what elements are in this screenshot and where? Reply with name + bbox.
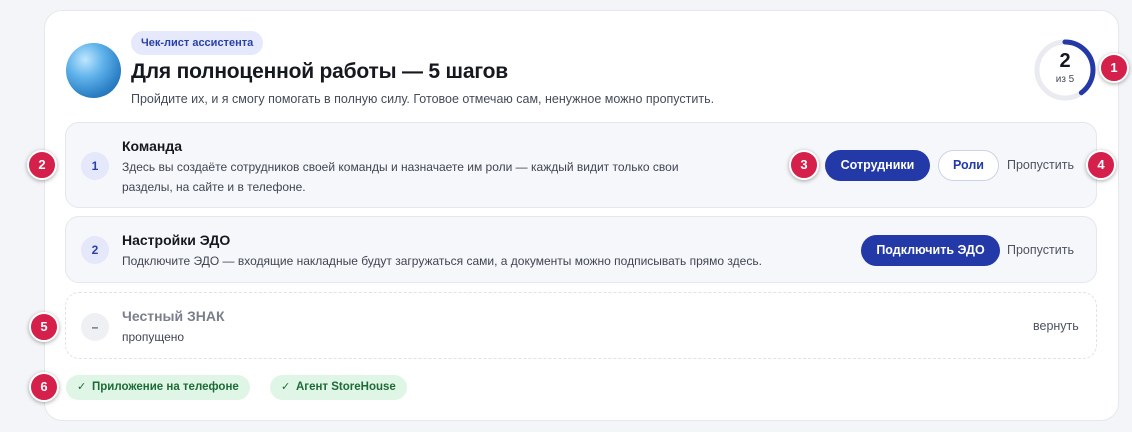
assistant-avatar — [66, 43, 121, 98]
chip-label: Приложение на телефоне — [92, 381, 239, 393]
step-number-badge: 2 — [81, 236, 109, 264]
annotation-marker-3: 3 — [789, 150, 819, 180]
check-icon: ✓ — [77, 381, 87, 393]
chip-label: Агент StoreHouse — [296, 381, 396, 393]
step-honest-sign: – Честный ЗНАК пропущено вернуть — [65, 292, 1097, 359]
completed-chip-storehouse-agent: ✓ Агент StoreHouse — [270, 375, 407, 400]
completed-chip-mobile-app: ✓ Приложение на телефоне — [66, 375, 250, 400]
annotation-marker-5: 5 — [29, 312, 59, 342]
step-status: пропущено — [122, 330, 185, 344]
step-team: 1 Команда Здесь вы создаёте сотрудников … — [65, 122, 1097, 208]
step-edo-settings: 2 Настройки ЭДО Подключите ЭДО — входящи… — [65, 216, 1097, 283]
page-subtitle: Пройдите их, и я смогу помогать в полную… — [131, 92, 715, 106]
checklist-tag: Чек-лист ассистента — [131, 31, 264, 55]
return-link[interactable]: вернуть — [1033, 319, 1079, 333]
annotation-marker-1: 1 — [1099, 53, 1129, 83]
check-icon: ✓ — [281, 381, 291, 393]
step-description: Подключите ЭДО — входящие накладные буду… — [122, 254, 762, 268]
skip-link[interactable]: Пропустить — [1007, 243, 1074, 257]
step-description-line-2: разделы, на сайте и в телефоне. — [122, 180, 306, 194]
progress-ring: 2 из 5 — [1032, 37, 1098, 103]
skip-link[interactable]: Пропустить — [1007, 158, 1074, 172]
connect-edo-button[interactable]: Подключить ЭДО — [861, 235, 1000, 266]
step-skipped-badge: – — [81, 313, 109, 341]
step-title: Честный ЗНАК — [122, 308, 225, 324]
step-title: Команда — [122, 138, 182, 154]
page-title: Для полноценной работы — 5 шагов — [131, 60, 508, 83]
step-number-badge: 1 — [81, 152, 109, 180]
annotation-marker-2: 2 — [27, 150, 57, 180]
progress-total-label: из 5 — [1055, 74, 1075, 85]
roles-button[interactable]: Роли — [938, 150, 999, 181]
annotation-marker-4: 4 — [1086, 150, 1116, 180]
step-description-line-1: Здесь вы создаёте сотрудников своей кома… — [122, 160, 679, 174]
step-title: Настройки ЭДО — [122, 232, 231, 248]
annotation-marker-6: 6 — [29, 372, 59, 402]
progress-done-count: 2 — [1059, 50, 1071, 72]
employees-button[interactable]: Сотрудники — [825, 150, 930, 181]
